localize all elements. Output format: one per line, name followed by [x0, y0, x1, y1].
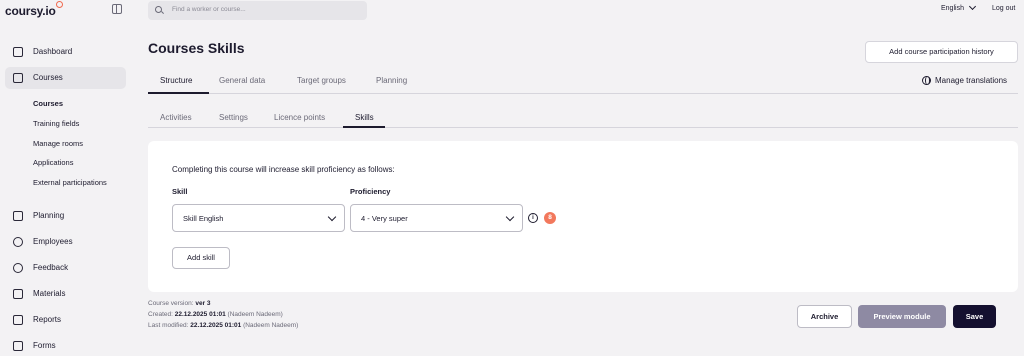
logo-dot-icon	[55, 1, 63, 8]
sidebar-item-label: Employees	[33, 237, 73, 246]
tab-structure[interactable]: Structure	[160, 76, 192, 85]
created-date: 22.12.2025 01:01	[174, 311, 226, 318]
employees-icon	[13, 237, 23, 247]
created-label: Created:	[148, 311, 173, 318]
sidebar-item-label: Dashboard	[33, 47, 73, 56]
logout-link[interactable]: Log out	[992, 5, 1015, 12]
active-tab-indicator	[148, 92, 209, 94]
sidebar-subitem-manage-rooms[interactable]: Manage rooms	[33, 139, 83, 148]
created-info: Created: 22.12.2025 01:01 (Nadeem Nadeem…	[148, 311, 283, 318]
courses-icon	[13, 73, 23, 83]
course-version: Course version: ver 3	[148, 300, 211, 307]
sidebar-item-feedback[interactable]: Feedback	[5, 257, 126, 279]
page-title: Courses Skills	[148, 40, 245, 56]
materials-icon	[13, 289, 23, 299]
sidebar-subitem-applications[interactable]: Applications	[33, 158, 73, 167]
sidebar-item-label: Planning	[33, 211, 65, 220]
sidebar-item-label: Reports	[33, 315, 62, 324]
sidebar-item-dashboard[interactable]: Dashboard	[5, 41, 126, 63]
subtab-activities[interactable]: Activities	[160, 113, 192, 122]
search-input[interactable]: Find a worker or course...	[148, 1, 367, 20]
skill-select[interactable]: Skill English	[172, 204, 345, 232]
top-bar: coursy.io Find a worker or course... Eng…	[0, 0, 1024, 22]
modified-info: Last modified: 22.12.2025 01:01 (Nadeem …	[148, 322, 298, 329]
sidebar-item-employees[interactable]: Employees	[5, 231, 126, 253]
logo-text: coursy.io	[5, 4, 56, 18]
tab-general-data[interactable]: General data	[219, 76, 265, 85]
dashboard-icon	[13, 47, 23, 57]
modified-date: 22.12.2025 01:01	[190, 322, 242, 329]
sidebar-item-planning[interactable]: Planning	[5, 205, 126, 227]
subtab-settings[interactable]: Settings	[219, 113, 248, 122]
sidebar-item-label: Forms	[33, 341, 56, 350]
sidebar-item-forms[interactable]: Forms	[5, 335, 126, 356]
globe-icon[interactable]	[922, 76, 931, 85]
tab-planning[interactable]: Planning	[376, 76, 407, 85]
sidebar-item-reports[interactable]: Reports	[5, 309, 126, 331]
add-skill-button[interactable]: Add skill	[172, 247, 230, 269]
proficiency-select[interactable]: 4 - Very super	[350, 204, 523, 232]
sidebar-item-materials[interactable]: Materials	[5, 283, 126, 305]
add-course-participation-history-button[interactable]: Add course participation history	[865, 41, 1018, 63]
skills-card: Completing this course will increase ski…	[148, 141, 1018, 292]
tabs-divider	[148, 93, 1018, 94]
sidebar-item-label: Courses	[33, 73, 63, 82]
skill-column-label: Skill	[172, 187, 188, 196]
chevron-down-icon	[327, 212, 337, 222]
chevron-down-icon	[505, 212, 515, 222]
search-icon	[155, 6, 162, 13]
sidebar-item-label: Feedback	[33, 263, 69, 272]
proficiency-column-label: Proficiency	[350, 187, 391, 196]
sidebar-item-courses[interactable]: Courses	[5, 67, 126, 89]
sidebar-item-label: Materials	[33, 289, 66, 298]
created-by: (Nadeem Nadeem)	[227, 311, 283, 318]
search-placeholder: Find a worker or course...	[172, 6, 246, 13]
info-icon[interactable]: i	[528, 213, 538, 223]
archive-button[interactable]: Archive	[797, 305, 852, 328]
language-selector[interactable]: English	[941, 5, 964, 12]
calendar-icon	[13, 211, 23, 221]
subtabs-divider	[148, 127, 1018, 128]
tab-target-groups[interactable]: Target groups	[297, 76, 346, 85]
manage-translations-link[interactable]: Manage translations	[935, 76, 1007, 85]
modified-label: Last modified:	[148, 322, 189, 329]
sidebar-subitem-training-fields[interactable]: Training fields	[33, 119, 79, 128]
forms-icon	[13, 341, 23, 351]
skills-intro-text: Completing this course will increase ski…	[172, 165, 395, 174]
subtab-skills[interactable]: Skills	[355, 113, 374, 122]
version-label: Course version:	[148, 300, 194, 307]
app-logo[interactable]: coursy.io	[5, 1, 63, 18]
modified-by: (Nadeem Nadeem)	[243, 322, 299, 329]
sidebar-subitem-external-participations[interactable]: External participations	[33, 178, 107, 187]
sidebar-subitem-courses[interactable]: Courses	[33, 99, 63, 108]
subtab-licence-points[interactable]: Licence points	[274, 113, 325, 122]
count-badge: 8	[544, 212, 556, 224]
proficiency-select-value: 4 - Very super	[361, 214, 408, 223]
chevron-down-icon[interactable]	[968, 2, 977, 11]
feedback-icon	[13, 263, 23, 273]
version-value: ver 3	[195, 300, 211, 307]
preview-module-button[interactable]: Preview module	[858, 305, 946, 328]
active-subtab-indicator	[343, 126, 385, 128]
skill-select-value: Skill English	[183, 214, 224, 223]
reports-icon	[13, 315, 23, 325]
collapse-sidebar-icon[interactable]	[112, 4, 122, 14]
save-button[interactable]: Save	[953, 305, 996, 328]
